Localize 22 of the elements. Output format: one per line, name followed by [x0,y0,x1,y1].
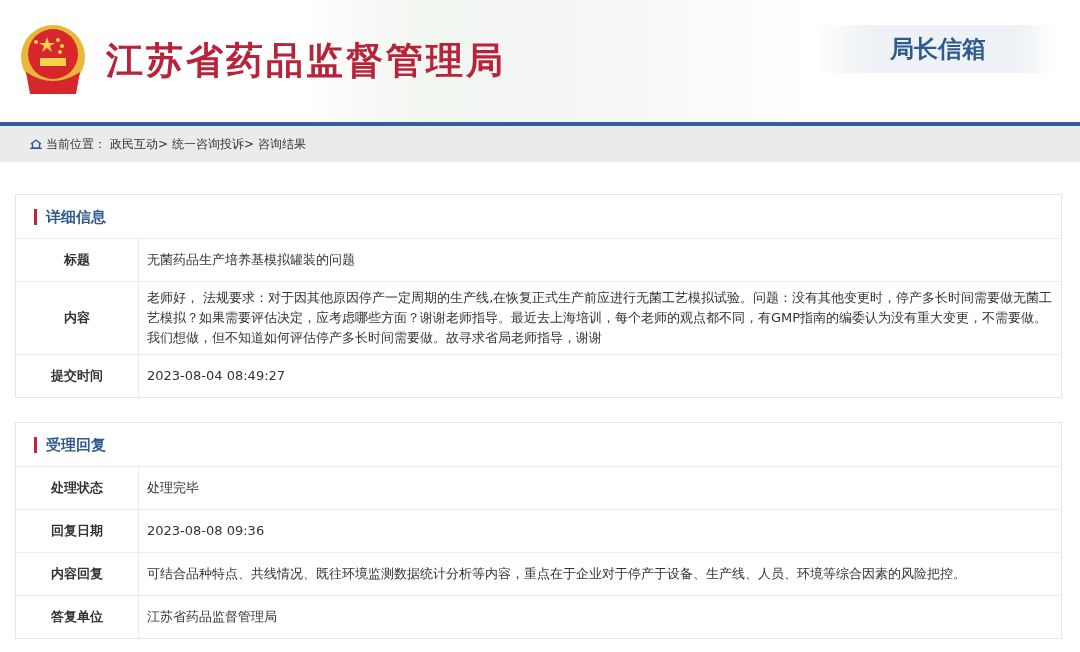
field-label: 回复日期 [51,522,103,541]
field-value: 2023-08-08 09:36 [147,522,265,540]
field-label: 提交时间 [51,367,103,386]
field-label: 标题 [64,251,90,270]
field-value: 处理完毕 [147,479,199,497]
field-label: 内容回复 [51,565,103,584]
field-label: 内容 [64,309,90,328]
field-value: 江苏省药品监督管理局 [147,608,277,626]
field-value: 可结合品种特点、共线情况、既往环境监测数据统计分析等内容，重点在于企业对于停产于设备、生产线、人员、环境等综合因素的风险把控。 [147,565,966,583]
field-value: 无菌药品生产培养基模拟罐装的问题 [147,251,355,269]
field-value: 2023-08-04 08:49:27 [147,367,286,385]
field-label: 答复单位 [51,608,103,627]
breadcrumb-link[interactable]: 咨询结果 [258,135,307,153]
section-heading: 详细信息 [34,208,106,225]
breadcrumb-label: 当前位置： [46,136,106,153]
section-heading: 受理回复 [34,436,106,453]
home-icon [30,139,42,149]
breadcrumb-link[interactable]: 政民互动> [110,135,169,153]
field-value: 老师好， 法规要求：对于因其他原因停产一定周期的生产线,在恢复正式生产前应进行无菌工艺模拟试验。问题：没有其他变更时，停产多长时间需要做无菌工艺模拟？如果需要评估决定，应考虑哪些方面？谢谢老师指导。最近去上海培训，每个老师的观点都不同，有GMP指南的编委认为没有重大变更，不需要做。我们想做，但不知道如何评估停产多长时间需要做。故寻求省局老师指导，谢谢 [147,289,1053,347]
breadcrumb-link[interactable]: 统一咨询投诉> [172,135,255,153]
site-title: 江苏省药品监督管理局 [106,38,506,85]
field-label: 处理状态 [51,479,103,498]
